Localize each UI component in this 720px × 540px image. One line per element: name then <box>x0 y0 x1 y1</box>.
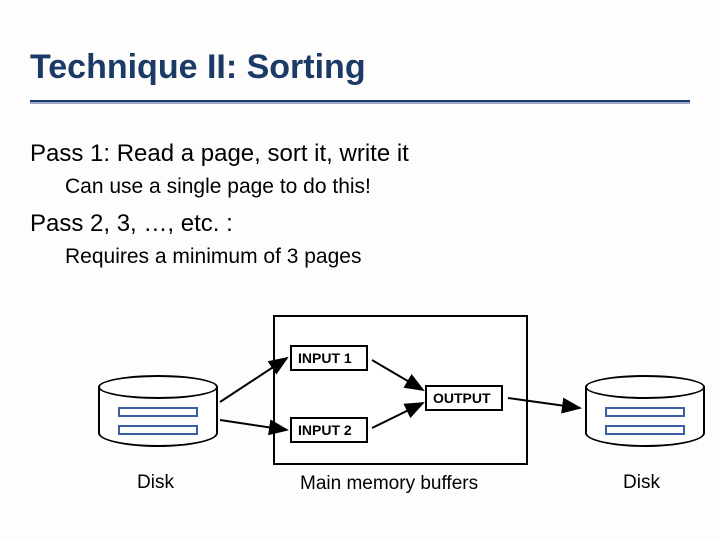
pass2-sub: Requires a minimum of 3 pages <box>65 245 361 269</box>
pass2-heading: Pass 2, 3, …, etc. : <box>30 210 233 238</box>
left-disk-icon <box>98 375 218 453</box>
left-disk-label: Disk <box>137 472 174 494</box>
right-disk-label: Disk <box>623 472 660 494</box>
output-buffer: OUTPUT <box>425 385 503 411</box>
right-disk-icon <box>585 375 705 453</box>
input1-buffer: INPUT 1 <box>290 345 368 371</box>
pass1-heading: Pass 1: Read a page, sort it, write it <box>30 140 409 168</box>
title-divider <box>30 100 690 104</box>
pass1-sub: Can use a single page to do this! <box>65 175 371 199</box>
slide-title: Technique II: Sorting <box>30 48 366 87</box>
memory-label: Main memory buffers <box>300 473 478 495</box>
slide: Technique II: Sorting Pass 1: Read a pag… <box>0 0 720 540</box>
input2-buffer: INPUT 2 <box>290 417 368 443</box>
